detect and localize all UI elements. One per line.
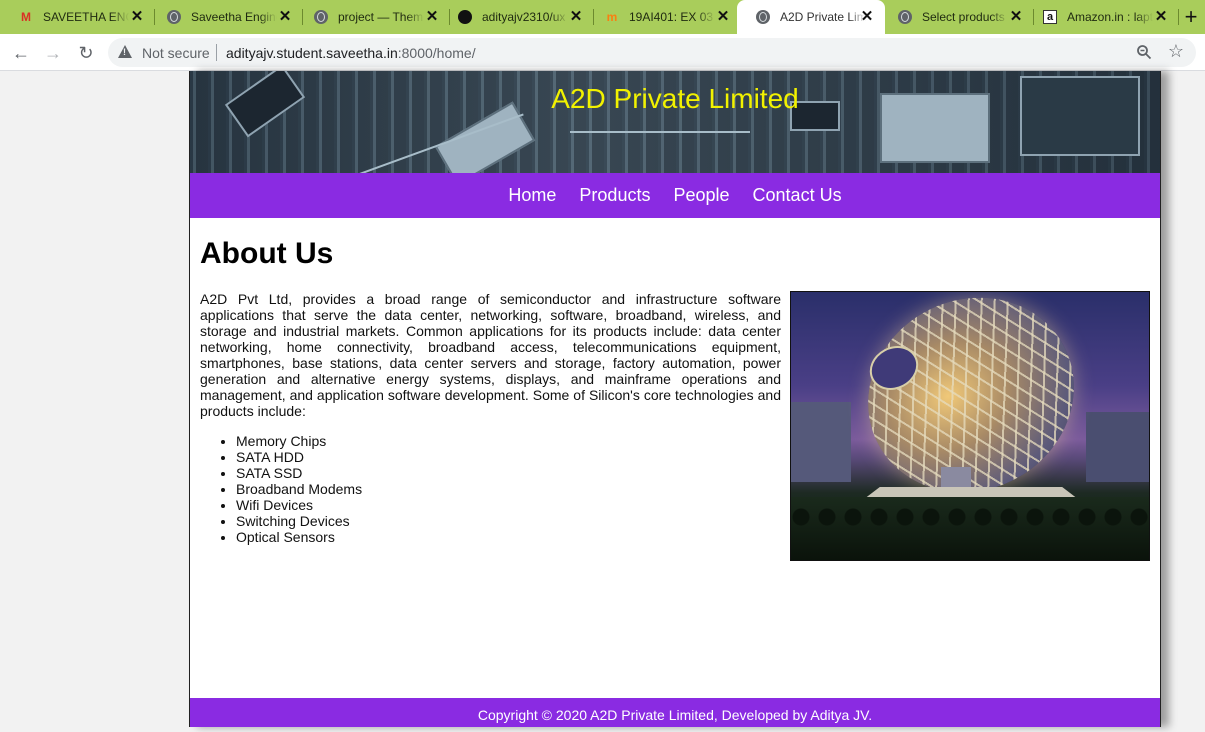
tab-title: adityajv2310/ux bbox=[482, 10, 566, 24]
browser-tab[interactable]: Select products ✕ bbox=[879, 0, 1034, 34]
gmail-icon: M bbox=[21, 10, 31, 24]
browser-tab[interactable]: project — Theme ✕ bbox=[295, 0, 450, 34]
list-item: SATA SSD bbox=[236, 465, 362, 481]
url-host: adityajv.student.saveetha.in bbox=[226, 45, 398, 61]
page-heading: About Us bbox=[200, 237, 334, 270]
browser-tab[interactable]: adityajv2310/ux ✕ bbox=[439, 0, 594, 34]
moodle-icon: m bbox=[606, 10, 618, 24]
browser-tab[interactable]: a Amazon.in : laptop ✕ bbox=[1024, 0, 1179, 34]
url-path: :8000/home/ bbox=[397, 45, 476, 61]
tab-title: Saveetha Engineering College bbox=[191, 10, 277, 24]
warning-icon[interactable] bbox=[118, 45, 132, 58]
list-item: Optical Sensors bbox=[236, 529, 362, 545]
background-building-decoration bbox=[791, 402, 851, 482]
globe-icon bbox=[897, 9, 913, 25]
browser-tab-strip: M SAVEETHA ENGINEERING COLLEGE ✕ Saveeth… bbox=[0, 0, 1205, 34]
close-icon[interactable]: ✕ bbox=[1008, 9, 1024, 25]
address-divider bbox=[216, 44, 217, 61]
nav-products-link[interactable]: Products bbox=[579, 185, 650, 206]
security-label[interactable]: Not secure bbox=[142, 45, 210, 61]
close-icon[interactable]: ✕ bbox=[129, 9, 145, 25]
background-building-decoration bbox=[1086, 412, 1149, 482]
zoom-icon[interactable] bbox=[1136, 44, 1152, 60]
tab-title: A2D Private Limited bbox=[780, 10, 866, 24]
list-item: Switching Devices bbox=[236, 513, 362, 529]
site-title: A2D Private Limited bbox=[551, 83, 799, 114]
reload-icon[interactable]: ↻ bbox=[73, 40, 99, 66]
list-item: SATA HDD bbox=[236, 449, 362, 465]
header-banner: A2D Private Limited bbox=[190, 71, 1160, 173]
list-item: Broadband Modems bbox=[236, 481, 362, 497]
globe-icon bbox=[755, 9, 771, 25]
back-arrow-icon[interactable]: ← bbox=[8, 40, 34, 66]
tab-title: Select products bbox=[922, 10, 1005, 24]
browser-tab-active[interactable]: A2D Private Limited ✕ bbox=[737, 0, 885, 34]
nav-home-link[interactable]: Home bbox=[508, 185, 556, 206]
page-container: A2D Private Limited Home Products People… bbox=[189, 71, 1161, 727]
close-icon[interactable]: ✕ bbox=[568, 9, 584, 25]
building-image bbox=[790, 291, 1150, 561]
tab-title: SAVEETHA ENGINEERING COLLEGE bbox=[43, 10, 129, 24]
browser-toolbar: ← → ↻ Not secure adityajv.student.saveet… bbox=[0, 34, 1205, 71]
close-icon[interactable]: ✕ bbox=[715, 9, 731, 25]
page-footer: Copyright © 2020 A2D Private Limited, De… bbox=[190, 698, 1160, 727]
address-bar[interactable]: Not secure adityajv.student.saveetha.in:… bbox=[108, 38, 1196, 67]
globe-icon bbox=[313, 9, 329, 25]
close-icon[interactable]: ✕ bbox=[277, 9, 293, 25]
product-list: Memory Chips SATA HDD SATA SSD Broadband… bbox=[236, 433, 362, 545]
nav-people-link[interactable]: People bbox=[673, 185, 729, 206]
trees-decoration bbox=[791, 497, 1149, 560]
close-icon[interactable]: ✕ bbox=[859, 9, 875, 25]
new-tab-button[interactable]: + bbox=[1177, 0, 1205, 34]
nav-contact-link[interactable]: Contact Us bbox=[753, 185, 842, 206]
amazon-icon: a bbox=[1042, 9, 1058, 25]
main-nav: Home Products People Contact Us bbox=[190, 173, 1160, 218]
circuit-trace-decoration bbox=[570, 131, 750, 133]
tab-title: 19AI401: EX 03 bbox=[629, 10, 714, 24]
close-icon[interactable]: ✕ bbox=[1153, 9, 1169, 25]
browser-tab[interactable]: m 19AI401: EX 03 ✕ bbox=[586, 0, 741, 34]
about-paragraph: A2D Pvt Ltd, provides a broad range of s… bbox=[200, 291, 781, 419]
close-icon[interactable]: ✕ bbox=[424, 9, 440, 25]
list-item: Memory Chips bbox=[236, 433, 362, 449]
browser-tab[interactable]: M SAVEETHA ENGINEERING COLLEGE ✕ bbox=[0, 0, 155, 34]
globe-icon bbox=[166, 9, 182, 25]
bookmark-star-icon[interactable]: ☆ bbox=[1168, 41, 1184, 62]
tab-title: project — Theme bbox=[338, 10, 424, 24]
github-icon bbox=[457, 9, 473, 25]
url-text[interactable]: adityajv.student.saveetha.in:8000/home/ bbox=[226, 45, 476, 61]
list-item: Wifi Devices bbox=[236, 497, 362, 513]
forward-arrow-icon[interactable]: → bbox=[40, 40, 66, 66]
browser-tab[interactable]: Saveetha Engineering College ✕ bbox=[148, 0, 303, 34]
tab-title: Amazon.in : laptop bbox=[1067, 10, 1153, 24]
